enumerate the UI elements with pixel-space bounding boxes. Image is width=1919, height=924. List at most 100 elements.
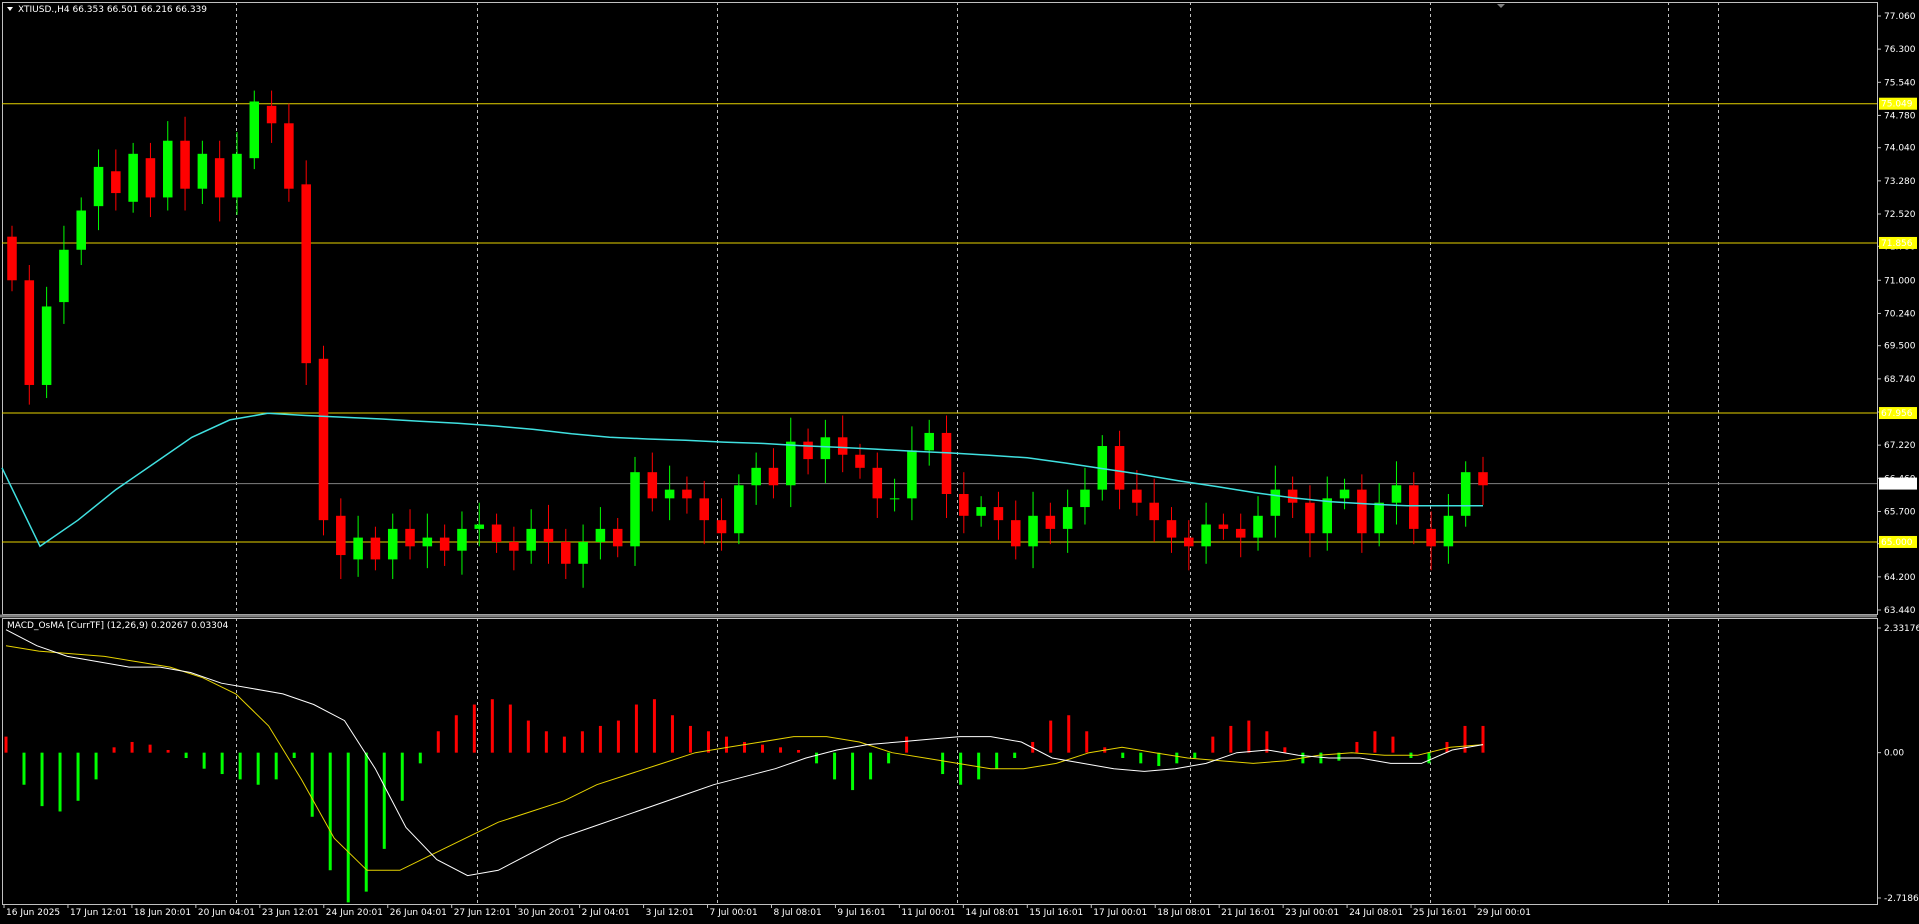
candle-body [457, 528, 467, 551]
candle-body [630, 472, 640, 547]
candle-body [716, 520, 727, 534]
candle-body [751, 467, 761, 486]
candle-body [820, 437, 831, 460]
candle-body [1322, 498, 1333, 534]
level-price-label: 67.956 [1881, 409, 1913, 419]
candle-body [889, 498, 900, 500]
y-tick-label: 67.220 [1884, 441, 1916, 451]
candle-body [7, 236, 17, 281]
candle-body [1357, 489, 1367, 534]
candle-body [1374, 502, 1384, 534]
candle-body [422, 537, 433, 547]
candle-body [318, 358, 329, 521]
trading-chart[interactable]: 77.060 76.300 75.540 74.780 74.040 73.280 72.5… [0, 0, 1919, 924]
candle-body [232, 153, 242, 198]
candle-body [1010, 520, 1021, 547]
x-tick-label: 24 Jun 20:01 [326, 908, 383, 918]
candle-body [734, 485, 744, 534]
y-tick-label: 75.540 [1884, 78, 1916, 88]
candle-body [509, 541, 519, 551]
candle-body [1149, 502, 1159, 521]
x-tick-label: 7 Jul 00:01 [710, 908, 758, 918]
candle-body [1235, 528, 1246, 538]
x-tick-label: 23 Jun 12:01 [262, 908, 319, 918]
y-tick-label: 68.740 [1884, 375, 1916, 385]
candle-body [1201, 524, 1211, 547]
candle-body [1460, 472, 1471, 516]
candle-body [1062, 507, 1073, 529]
x-tick-label: 11 Jul 00:01 [901, 908, 955, 918]
x-tick-label: 3 Jul 12:01 [646, 908, 694, 918]
candle-body [1114, 446, 1125, 490]
x-tick-label: 18 Jun 20:01 [134, 908, 191, 918]
y-tick-label: 65.700 [1884, 507, 1916, 517]
x-tick-label: 14 Jul 08:01 [965, 908, 1019, 918]
candle-body [924, 432, 934, 451]
x-tick-label: 18 Jul 08:01 [1157, 908, 1211, 918]
candle-body [803, 441, 813, 460]
y-tick-label: 72.520 [1884, 210, 1916, 220]
candle-body [353, 537, 363, 560]
indicator-y-tick-label: -2.71863 [1884, 894, 1919, 904]
y-tick-label: 70.240 [1884, 309, 1916, 319]
candle-body [59, 249, 69, 303]
x-tick-label: 26 Jun 04:01 [390, 908, 447, 918]
candle-body [872, 467, 883, 499]
candle-body [855, 454, 865, 468]
candle-body [1184, 537, 1194, 547]
candle-body [1166, 520, 1177, 538]
candle-body [1287, 489, 1298, 503]
candle-body [111, 171, 121, 194]
y-tick-label: 74.780 [1884, 111, 1916, 121]
candle-body [249, 101, 260, 159]
candle-body [266, 105, 277, 124]
y-tick-label: 64.200 [1884, 573, 1916, 583]
level-price-label: 65.000 [1881, 538, 1913, 548]
x-tick-label: 29 Jul 00:01 [1477, 908, 1531, 918]
y-tick-label: 76.300 [1884, 45, 1916, 55]
candle-body [128, 153, 138, 202]
candle-body [1080, 489, 1090, 508]
candle-body [612, 528, 623, 547]
x-tick-label: 23 Jul 00:01 [1285, 908, 1339, 918]
candle-body [578, 541, 588, 564]
candle-body [405, 528, 415, 547]
candle-body [664, 489, 675, 499]
candle-body [543, 528, 554, 542]
candle-body [595, 528, 606, 542]
candle-body [1426, 528, 1436, 547]
candle-body [76, 210, 86, 250]
candle-body [1028, 515, 1038, 547]
y-tick-label: 71.000 [1884, 276, 1916, 286]
candle-body [24, 280, 35, 385]
candle-body [214, 158, 225, 198]
candle-body [647, 472, 658, 499]
candle-body [699, 498, 709, 521]
y-tick-label: 74.040 [1884, 144, 1916, 154]
candle-body [145, 158, 156, 198]
current-price-label: 66.339 [1881, 480, 1913, 490]
candle-body [993, 507, 1004, 521]
indicator-label: MACD_OsMA [CurrTF] (12,26,9) 0.20267 0.0… [7, 621, 229, 631]
candle-body [387, 528, 398, 560]
candle-body [976, 507, 986, 516]
candle-body [907, 450, 917, 499]
x-tick-label: 17 Jun 12:01 [70, 908, 127, 918]
x-tick-label: 27 Jun 12:01 [454, 908, 511, 918]
candle-body [1132, 489, 1142, 503]
candle-body [1218, 524, 1229, 529]
candle-body [162, 140, 173, 198]
x-tick-label: 20 Jun 04:01 [198, 908, 255, 918]
candle-body [1443, 515, 1454, 547]
candle-body [959, 493, 969, 516]
y-tick-label: 77.060 [1884, 12, 1916, 22]
symbol-header: XTIUSD.,H4 66.353 66.501 66.216 66.339 [18, 5, 207, 15]
x-tick-label: 9 Jul 16:01 [837, 908, 885, 918]
candle-body [439, 537, 450, 551]
candle-body [93, 166, 104, 207]
indicator-y-tick-label: 2.33176 [1884, 624, 1919, 634]
candle-body [180, 140, 190, 189]
x-tick-label: 25 Jul 16:01 [1413, 908, 1467, 918]
level-price-label: 75.049 [1881, 100, 1913, 110]
candle-body [1391, 485, 1402, 503]
